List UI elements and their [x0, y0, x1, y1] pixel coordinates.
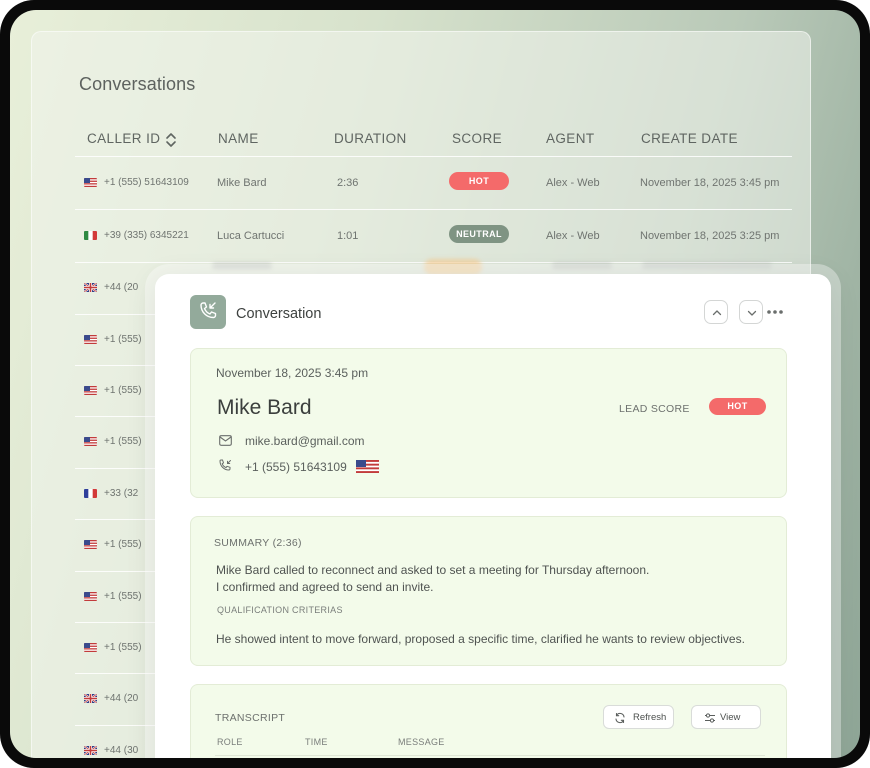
divider [215, 755, 765, 756]
uk-flag-icon [84, 283, 97, 292]
caller-id-cell: +1 (555) [104, 539, 142, 550]
france-flag-icon [84, 489, 97, 498]
device-frame: Conversations CALLER ID NAME DURATION SC… [0, 0, 870, 768]
refresh-label: Refresh [633, 712, 667, 723]
caller-id-cell: +44 (20 [104, 282, 139, 293]
caller-id-cell: +44 (30 [104, 745, 139, 756]
agent-cell: Alex - Web [546, 177, 600, 189]
caller-id-cell: +33 (32 [104, 488, 139, 499]
app-screen: Conversations CALLER ID NAME DURATION SC… [10, 10, 860, 758]
column-header-agent[interactable]: AGENT [546, 131, 595, 146]
refresh-icon [615, 712, 625, 724]
column-header-score[interactable]: SCORE [452, 131, 502, 146]
uk-flag-icon [84, 746, 97, 755]
table-header: CALLER ID NAME DURATION SCORE AGENT CREA… [75, 125, 792, 155]
next-button[interactable] [739, 300, 763, 324]
qualification-criteria-label: QUALIFICATION CRITERIAS [217, 605, 343, 615]
column-header-name[interactable]: NAME [218, 131, 259, 146]
us-flag-icon [84, 592, 97, 601]
contact-phone[interactable]: +1 (555) 51643109 [245, 460, 347, 474]
duration-cell: 2:36 [337, 177, 359, 189]
table-row[interactable]: +1 (555) 51643109 Mike Bard 2:36 HOT Ale… [75, 157, 792, 209]
contact-section: November 18, 2025 3:45 pm Mike Bard LEAD… [190, 348, 787, 498]
caller-id-cell: +1 (555) 51643109 [104, 177, 189, 188]
chevron-down-icon [747, 310, 757, 316]
us-flag-icon [356, 460, 379, 473]
previous-button[interactable] [704, 300, 728, 324]
conversation-detail-card: Conversation November 18, 2025 3:45 pm M… [155, 274, 831, 758]
summary-line-2: I confirmed and agreed to send an invite… [216, 580, 434, 594]
agent-cell: Alex - Web [546, 230, 600, 242]
us-flag-icon [84, 437, 97, 446]
duration-cell: 1:01 [337, 230, 359, 242]
caller-id-cell: +1 (555) [104, 642, 142, 653]
summary-section: SUMMARY (2:36) Mike Bard called to recon… [190, 516, 787, 666]
lead-score-badge: HOT [709, 398, 766, 415]
card-title: Conversation [236, 306, 322, 322]
date-cell: November 18, 2025 3:25 pm [640, 230, 780, 242]
table-row[interactable]: +39 (335) 6345221 Luca Cartucci 1:01 NEU… [75, 210, 792, 262]
contact-name: Mike Bard [217, 396, 312, 419]
page-title: Conversations [79, 74, 196, 94]
column-header-create-date[interactable]: CREATE DATE [641, 131, 738, 146]
caller-id-cell: +1 (555) [104, 591, 142, 602]
transcript-column-message: MESSAGE [398, 737, 445, 747]
summary-label: SUMMARY (2:36) [214, 537, 302, 549]
caller-id-cell: +1 (555) [104, 436, 142, 447]
contact-email[interactable]: mike.bard@gmail.com [245, 434, 365, 448]
hot-badge: HOT [449, 172, 509, 190]
italy-flag-icon [84, 231, 97, 240]
caller-id-cell: +1 (555) [104, 334, 142, 345]
chevron-up-icon [712, 310, 722, 316]
transcript-column-role: ROLE [217, 737, 243, 747]
name-cell: Mike Bard [217, 177, 267, 189]
call-date: November 18, 2025 3:45 pm [216, 366, 369, 380]
name-cell: Luca Cartucci [217, 230, 285, 242]
sort-icon[interactable] [165, 132, 177, 148]
caller-id-cell: +44 (20 [104, 693, 139, 704]
view-label: View [720, 712, 741, 723]
caller-id-cell: +1 (555) [104, 385, 142, 396]
transcript-section: TRANSCRIPT Refresh View ROLE TIME MESSAG… [190, 684, 787, 758]
lead-score-label: LEAD SCORE [619, 403, 690, 415]
mail-icon [219, 435, 232, 446]
view-button[interactable]: View [691, 705, 761, 729]
uk-flag-icon [84, 694, 97, 703]
refresh-button[interactable]: Refresh [603, 705, 674, 729]
caller-id-cell: +39 (335) 6345221 [104, 230, 189, 241]
more-options-icon[interactable] [766, 309, 784, 315]
qualification-criteria-text: He showed intent to move forward, propos… [216, 632, 745, 646]
column-header-caller-id[interactable]: CALLER ID [87, 131, 160, 146]
us-flag-icon [84, 540, 97, 549]
phone-incoming-icon [190, 295, 226, 329]
us-flag-icon [84, 178, 97, 187]
transcript-label: TRANSCRIPT [215, 712, 286, 724]
us-flag-icon [84, 643, 97, 652]
phone-icon [219, 459, 231, 471]
column-header-duration[interactable]: DURATION [334, 131, 407, 146]
us-flag-icon [84, 335, 97, 344]
summary-line-1: Mike Bard called to reconnect and asked … [216, 563, 650, 577]
sliders-icon [705, 713, 715, 723]
date-cell: November 18, 2025 3:45 pm [640, 177, 780, 189]
neutral-badge: NEUTRAL [449, 225, 509, 243]
transcript-column-time: TIME [305, 737, 328, 747]
us-flag-icon [84, 386, 97, 395]
